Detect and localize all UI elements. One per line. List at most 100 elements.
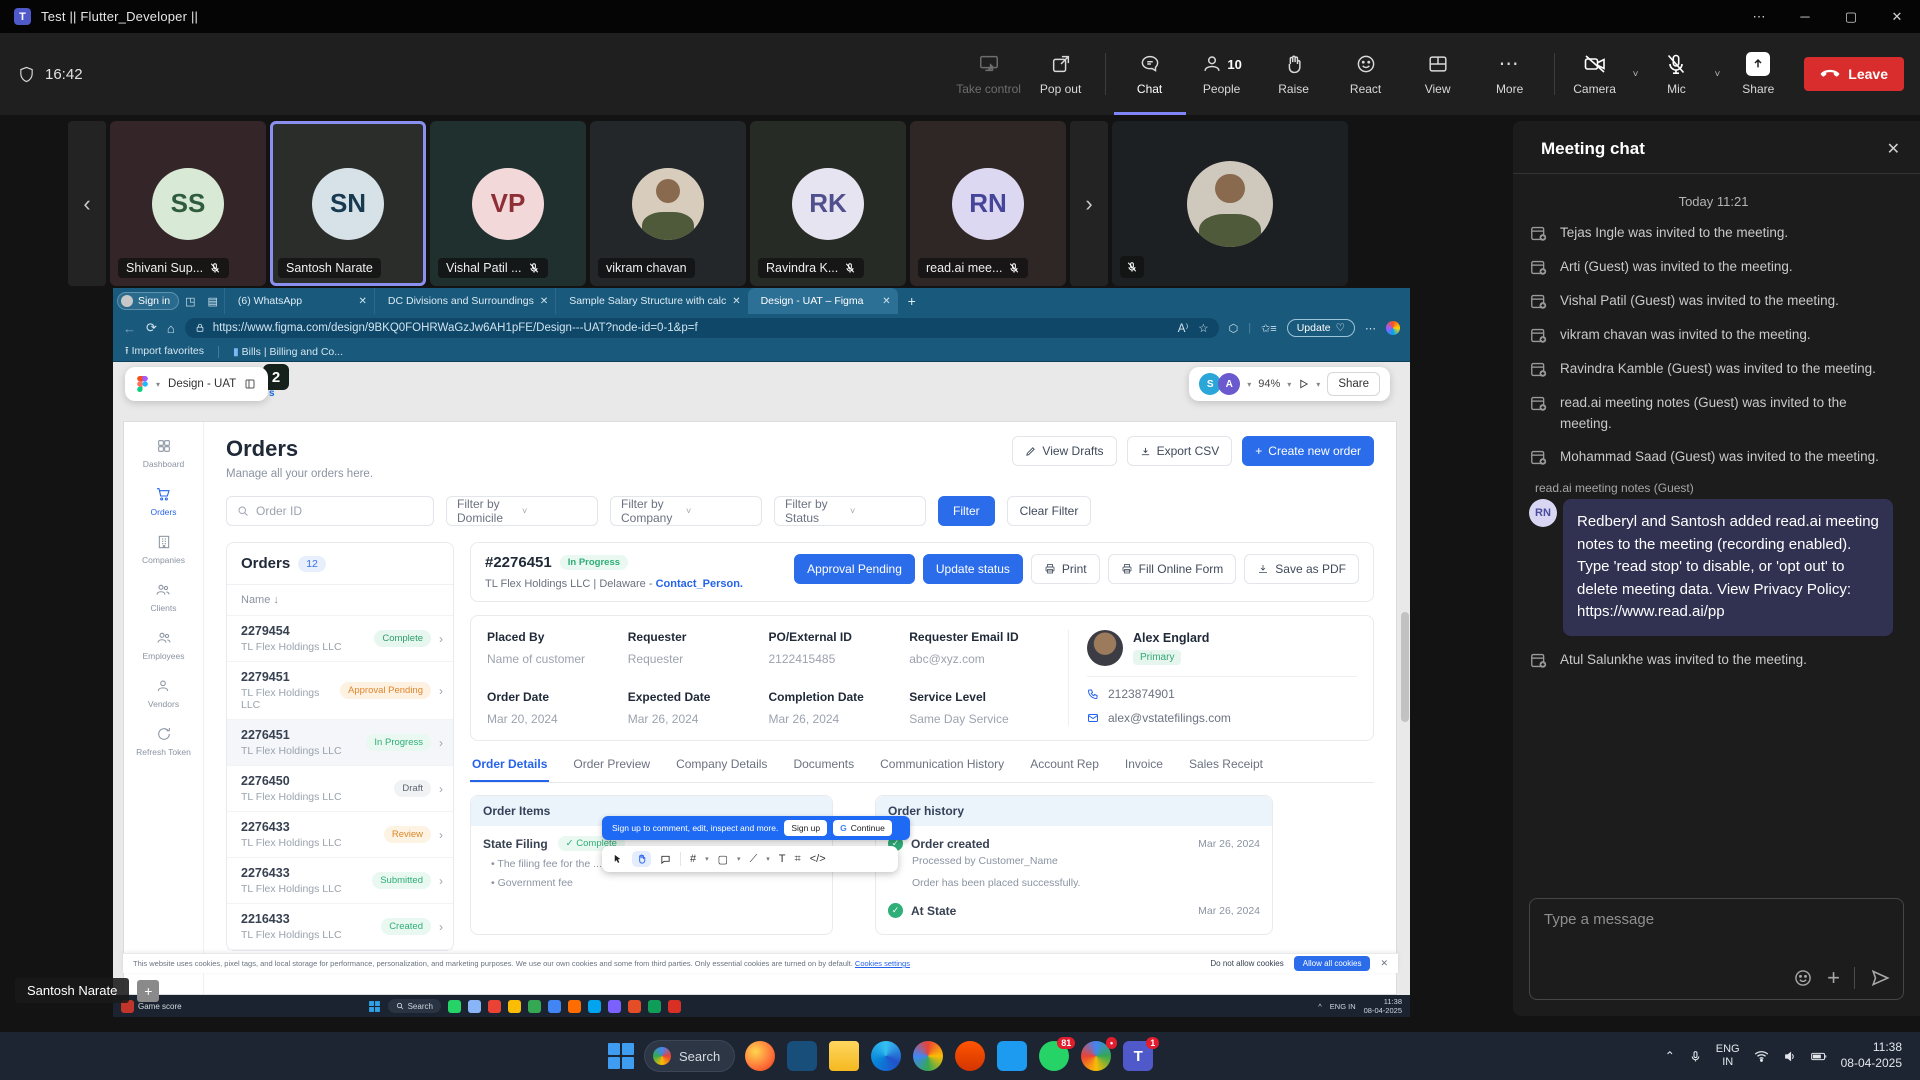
taskbar-app-icon[interactable] bbox=[568, 1000, 581, 1013]
edge-icon[interactable] bbox=[871, 1041, 901, 1071]
order-row[interactable]: 2276433TL Flex Holdings LLCReview› bbox=[227, 812, 453, 858]
tab-order-preview[interactable]: Order Preview bbox=[571, 757, 652, 782]
code-tool-icon[interactable]: </> bbox=[810, 853, 826, 865]
taskbar-app-icon[interactable] bbox=[468, 1000, 481, 1013]
scrollbar-thumb[interactable] bbox=[1401, 612, 1409, 722]
taskbar-clock[interactable]: 11:3808-04-2025 bbox=[1841, 1040, 1902, 1071]
taskbar-app-icon[interactable] bbox=[488, 1000, 501, 1013]
tab-close-icon[interactable]: ✕ bbox=[882, 296, 890, 307]
sidebar-item-clients[interactable]: Clients bbox=[151, 582, 177, 613]
toolbar-people-button[interactable]: 10People bbox=[1186, 33, 1258, 115]
chrome-icon[interactable] bbox=[913, 1041, 943, 1071]
tab-documents[interactable]: Documents bbox=[791, 757, 856, 782]
sidebar-item-vendors[interactable]: Vendors bbox=[148, 678, 179, 709]
zoom-level[interactable]: 94% bbox=[1258, 378, 1280, 390]
address-bar[interactable]: https://www.figma.com/design/9BKQ0FOHRWa… bbox=[185, 318, 1219, 338]
name-column-header[interactable]: Name ↓ bbox=[227, 585, 453, 616]
tray-clock[interactable]: 11:3808-04-2025 bbox=[1364, 997, 1402, 1015]
mic-button[interactable]: Mic bbox=[1644, 52, 1708, 96]
filmstrip-next-icon[interactable]: › bbox=[1070, 121, 1108, 286]
chrome-profile-icon[interactable]: • bbox=[1081, 1041, 1111, 1071]
tray-lang[interactable]: ENG IN bbox=[1330, 1002, 1356, 1011]
order-row[interactable]: 2276450TL Flex Holdings LLCDraft› bbox=[227, 766, 453, 812]
back-icon[interactable]: ← bbox=[123, 321, 136, 336]
twitter-icon[interactable] bbox=[997, 1041, 1027, 1071]
tray-chevron-icon[interactable]: ^ bbox=[1318, 1002, 1322, 1011]
taskbar-app-icon[interactable] bbox=[648, 1000, 661, 1013]
participant-tile[interactable]: VPVishal Patil ... bbox=[430, 121, 586, 286]
spotlight-tile[interactable] bbox=[1112, 121, 1348, 286]
taskbar-app-icon[interactable] bbox=[448, 1000, 461, 1013]
order-row[interactable]: 2216433TL Flex Holdings LLCCreated› bbox=[227, 904, 453, 950]
attach-icon[interactable]: + bbox=[1827, 967, 1840, 989]
participant-tile[interactable]: vikram chavan bbox=[590, 121, 746, 286]
new-tab-icon[interactable]: + bbox=[908, 293, 916, 309]
browser-more-icon[interactable]: ⋯ bbox=[1365, 322, 1376, 335]
tab-close-icon[interactable]: ✕ bbox=[540, 296, 548, 307]
chat-message-list[interactable]: Today 11:21 Tejas Ingle was invited to t… bbox=[1513, 174, 1920, 888]
read-aloud-icon[interactable]: A⁾ bbox=[1178, 321, 1189, 335]
create-order-button[interactable]: +Create new order bbox=[1242, 436, 1374, 466]
contact-phone[interactable]: 2123874901 bbox=[1087, 687, 1357, 701]
maximize-button[interactable]: ▢ bbox=[1828, 0, 1874, 33]
chevron-down-icon[interactable]: ▾ bbox=[1287, 380, 1291, 389]
firefox-icon[interactable] bbox=[745, 1041, 775, 1071]
text-tool-icon[interactable]: T bbox=[779, 853, 786, 865]
toolbar-view-button[interactable]: View bbox=[1402, 33, 1474, 115]
view-drafts-button[interactable]: View Drafts bbox=[1012, 436, 1116, 466]
frame-tool-icon[interactable]: # bbox=[690, 853, 696, 865]
send-icon[interactable] bbox=[1869, 967, 1891, 989]
google-continue-button[interactable]: GContinue bbox=[833, 820, 892, 836]
favorites-bar-icon[interactable]: ✩≡ bbox=[1261, 322, 1277, 335]
fill-online-form-button[interactable]: Fill Online Form bbox=[1108, 554, 1237, 584]
tab-company-details[interactable]: Company Details bbox=[674, 757, 769, 782]
browser-tab[interactable]: Design - UAT – Figma✕ bbox=[748, 288, 898, 314]
brave-icon[interactable] bbox=[955, 1041, 985, 1071]
taskbar-app-icon[interactable] bbox=[608, 1000, 621, 1013]
browser-tab[interactable]: (6) WhatsApp✕ bbox=[224, 288, 374, 314]
export-csv-button[interactable]: Export CSV bbox=[1127, 436, 1233, 466]
explorer-icon[interactable] bbox=[829, 1041, 859, 1071]
chevron-down-icon[interactable]: ▾ bbox=[1247, 380, 1251, 389]
order-id-search-input[interactable]: Order ID bbox=[226, 496, 434, 526]
leave-button[interactable]: Leave bbox=[1804, 57, 1904, 91]
tab-communication-history[interactable]: Communication History bbox=[878, 757, 1006, 782]
window-more-icon[interactable]: ⋯ bbox=[1736, 0, 1782, 33]
browser-signin-button[interactable]: Sign in bbox=[117, 292, 179, 310]
figma-file-menu[interactable]: ▾ Design - UAT bbox=[125, 367, 268, 401]
participant-tile[interactable]: SNSantosh Narate bbox=[270, 121, 426, 286]
participant-tile[interactable]: SSShivani Sup... bbox=[110, 121, 266, 286]
browser-update-button[interactable]: Update♡ bbox=[1287, 319, 1355, 337]
participant-tile[interactable]: RKRavindra K... bbox=[750, 121, 906, 286]
tray-chevron-icon[interactable]: ⌃ bbox=[1665, 1049, 1675, 1063]
connector-tool-icon[interactable]: ⟋ bbox=[750, 853, 758, 866]
toolbar-chat-button[interactable]: Chat bbox=[1114, 33, 1186, 115]
toolbar-more-button[interactable]: ⋯More bbox=[1474, 33, 1546, 115]
figma-share-button[interactable]: Share bbox=[1327, 372, 1380, 396]
taskbar-search[interactable]: Search bbox=[644, 1040, 735, 1072]
sidebar-item-refresh-token[interactable]: Refresh Token bbox=[136, 726, 191, 757]
tab-order-details[interactable]: Order Details bbox=[470, 757, 549, 782]
tab-account-rep[interactable]: Account Rep bbox=[1028, 757, 1101, 782]
close-button[interactable]: ✕ bbox=[1874, 0, 1920, 33]
search-box[interactable]: Search bbox=[388, 999, 441, 1013]
toolbar-pop-out-button[interactable]: Pop out bbox=[1025, 33, 1097, 115]
sidebar-item-employees[interactable]: Employees bbox=[142, 630, 184, 661]
chevron-down-icon[interactable]: ▾ bbox=[1316, 380, 1320, 389]
tab-close-icon[interactable]: ✕ bbox=[732, 296, 740, 307]
copilot-icon[interactable] bbox=[1386, 321, 1400, 335]
volume-icon[interactable] bbox=[1783, 1050, 1797, 1063]
approval-pending-button[interactable]: Approval Pending bbox=[794, 554, 915, 584]
outlook-icon[interactable] bbox=[787, 1041, 817, 1071]
minimize-button[interactable]: ─ bbox=[1782, 0, 1828, 33]
workspaces-icon[interactable]: ◳ bbox=[185, 295, 195, 308]
taskbar-app-icon[interactable] bbox=[628, 1000, 641, 1013]
allow-cookies-button[interactable]: Allow all cookies bbox=[1294, 956, 1371, 971]
section-tool-icon[interactable]: ⌗ bbox=[795, 853, 801, 866]
refresh-icon[interactable]: ⟳ bbox=[146, 320, 157, 336]
tab-sales-receipt[interactable]: Sales Receipt bbox=[1187, 757, 1265, 782]
present-icon[interactable] bbox=[1298, 378, 1309, 390]
cookie-close-icon[interactable]: ✕ bbox=[1380, 958, 1388, 969]
sidebar-item-dashboard[interactable]: Dashboard bbox=[143, 438, 185, 469]
shape-tool-icon[interactable]: ▢ bbox=[718, 853, 728, 866]
